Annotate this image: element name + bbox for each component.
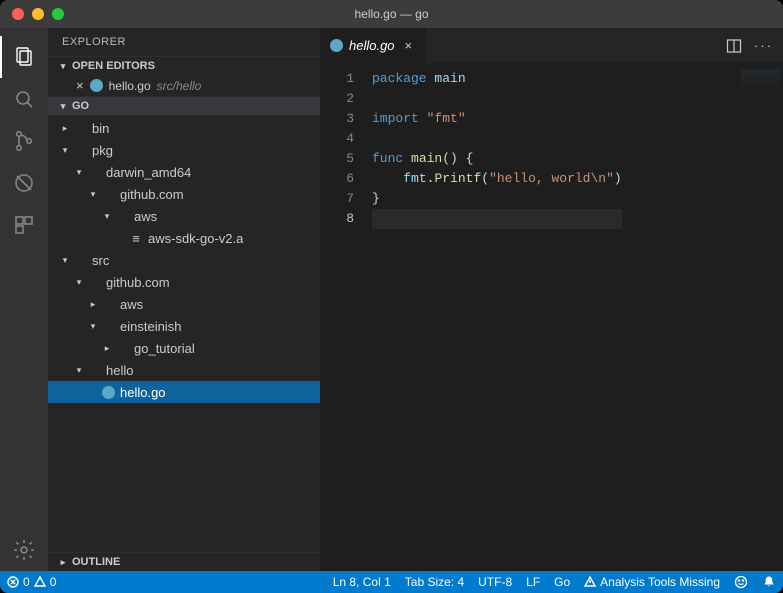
tree-folder[interactable]: ▸ aws — [48, 293, 320, 315]
tree-label: bin — [92, 121, 109, 136]
tree-label: github.com — [106, 275, 170, 290]
sidebar-title: EXPLORER — [48, 28, 320, 56]
more-actions-icon[interactable]: ··· — [754, 38, 773, 53]
tree-label: github.com — [120, 187, 184, 202]
chevron-down-icon: ▾ — [72, 365, 86, 376]
minimize-window-button[interactable] — [32, 8, 44, 20]
code-line[interactable] — [372, 129, 622, 149]
open-editor-item[interactable]: × hello.go src/hello — [48, 75, 320, 96]
chevron-down-icon: ▾ — [56, 101, 70, 112]
open-editor-name: hello.go — [109, 79, 151, 93]
tree-label: aws — [120, 297, 143, 312]
window-title: hello.go — go — [0, 7, 783, 21]
chevron-down-icon: ▾ — [56, 61, 70, 72]
explorer-activity-icon[interactable] — [0, 36, 48, 78]
close-tab-icon[interactable]: × — [401, 38, 417, 53]
tree-label: src — [92, 253, 109, 268]
outline-header[interactable]: ▸ OUTLINE — [48, 552, 320, 571]
encoding-status[interactable]: UTF-8 — [471, 571, 519, 593]
tree-folder[interactable]: ▸ bin — [48, 117, 320, 139]
editor-area: hello.go × ··· 12345678 package main imp… — [320, 28, 783, 571]
code-line[interactable]: } — [372, 189, 622, 209]
tree-folder[interactable]: ▾ github.com — [48, 271, 320, 293]
scm-activity-icon[interactable] — [0, 120, 48, 162]
folder-header[interactable]: ▾ GO — [48, 96, 320, 115]
tree-folder[interactable]: ▾ einsteinish — [48, 315, 320, 337]
analysis-warning-status[interactable]: Analysis Tools Missing — [577, 571, 727, 593]
editor-tab[interactable]: hello.go × — [320, 28, 427, 63]
tree-folder[interactable]: ▾ github.com — [48, 183, 320, 205]
tree-label: pkg — [92, 143, 113, 158]
tab-size-status[interactable]: Tab Size: 4 — [398, 571, 471, 593]
go-file-icon — [90, 79, 103, 92]
tree-label: aws-sdk-go-v2.a — [148, 231, 243, 246]
code-line[interactable] — [372, 89, 622, 109]
tree-file[interactable]: ≡ aws-sdk-go-v2.a — [48, 227, 320, 249]
tree-file[interactable]: hello.go — [48, 381, 320, 403]
code-line[interactable]: fmt.Printf("hello, world\n") — [372, 169, 622, 189]
activity-bar — [0, 28, 48, 571]
chevron-down-icon: ▾ — [86, 189, 100, 200]
search-activity-icon[interactable] — [0, 78, 48, 120]
tree-label: hello.go — [120, 385, 166, 400]
code-line[interactable]: func main() { — [372, 149, 622, 169]
tree-label: aws — [134, 209, 157, 224]
problems-status[interactable]: 0 0 — [0, 571, 63, 593]
eol-status[interactable]: LF — [519, 571, 547, 593]
tree-folder[interactable]: ▸ go_tutorial — [48, 337, 320, 359]
close-icon[interactable]: × — [76, 78, 84, 93]
status-bar: 0 0 Ln 8, Col 1 Tab Size: 4 UTF-8 LF Go … — [0, 571, 783, 593]
open-editor-path: src/hello — [157, 79, 202, 93]
code-editor[interactable]: 12345678 package main import "fmt" func … — [320, 63, 783, 571]
explorer-sidebar: EXPLORER ▾ OPEN EDITORS × hello.go src/hel… — [48, 28, 320, 571]
settings-gear-icon[interactable] — [0, 529, 48, 571]
minimap[interactable] — [741, 69, 781, 89]
language-status[interactable]: Go — [547, 571, 577, 593]
cursor-position-status[interactable]: Ln 8, Col 1 — [326, 571, 398, 593]
extensions-activity-icon[interactable] — [0, 204, 48, 246]
split-editor-icon[interactable] — [726, 38, 742, 54]
tab-bar: hello.go × ··· — [320, 28, 783, 63]
chevron-right-icon: ▸ — [56, 557, 70, 568]
chevron-down-icon: ▾ — [72, 277, 86, 288]
chevron-down-icon: ▾ — [58, 145, 72, 156]
tree-label: go_tutorial — [134, 341, 195, 356]
vscode-window: hello.go — go EXPLORER — [0, 0, 783, 593]
tab-label: hello.go — [349, 38, 395, 53]
go-file-icon — [102, 386, 115, 399]
code-line[interactable] — [372, 209, 622, 229]
feedback-smiley-icon[interactable] — [727, 571, 755, 593]
chevron-down-icon: ▾ — [58, 255, 72, 266]
file-icon: ≡ — [128, 231, 144, 246]
tree-folder[interactable]: ▾ hello — [48, 359, 320, 381]
chevron-right-icon: ▸ — [58, 123, 72, 134]
chevron-down-icon: ▾ — [100, 211, 114, 222]
go-file-icon — [330, 39, 343, 52]
code-line[interactable]: import "fmt" — [372, 109, 622, 129]
tree-folder[interactable]: ▾ darwin_amd64 — [48, 161, 320, 183]
tree-folder[interactable]: ▾ pkg — [48, 139, 320, 161]
debug-activity-icon[interactable] — [0, 162, 48, 204]
titlebar: hello.go — go — [0, 0, 783, 28]
chevron-right-icon: ▸ — [100, 343, 114, 354]
tree-label: einsteinish — [120, 319, 181, 334]
chevron-down-icon: ▾ — [72, 167, 86, 178]
close-window-button[interactable] — [12, 8, 24, 20]
tree-folder[interactable]: ▾ aws — [48, 205, 320, 227]
code-line[interactable]: package main — [372, 69, 622, 89]
tree-label: darwin_amd64 — [106, 165, 191, 180]
open-editors-header[interactable]: ▾ OPEN EDITORS — [48, 56, 320, 75]
tree-folder[interactable]: ▾ src — [48, 249, 320, 271]
notifications-bell-icon[interactable] — [755, 571, 783, 593]
tree-label: hello — [106, 363, 133, 378]
chevron-right-icon: ▸ — [86, 299, 100, 310]
chevron-down-icon: ▾ — [86, 321, 100, 332]
maximize-window-button[interactable] — [52, 8, 64, 20]
